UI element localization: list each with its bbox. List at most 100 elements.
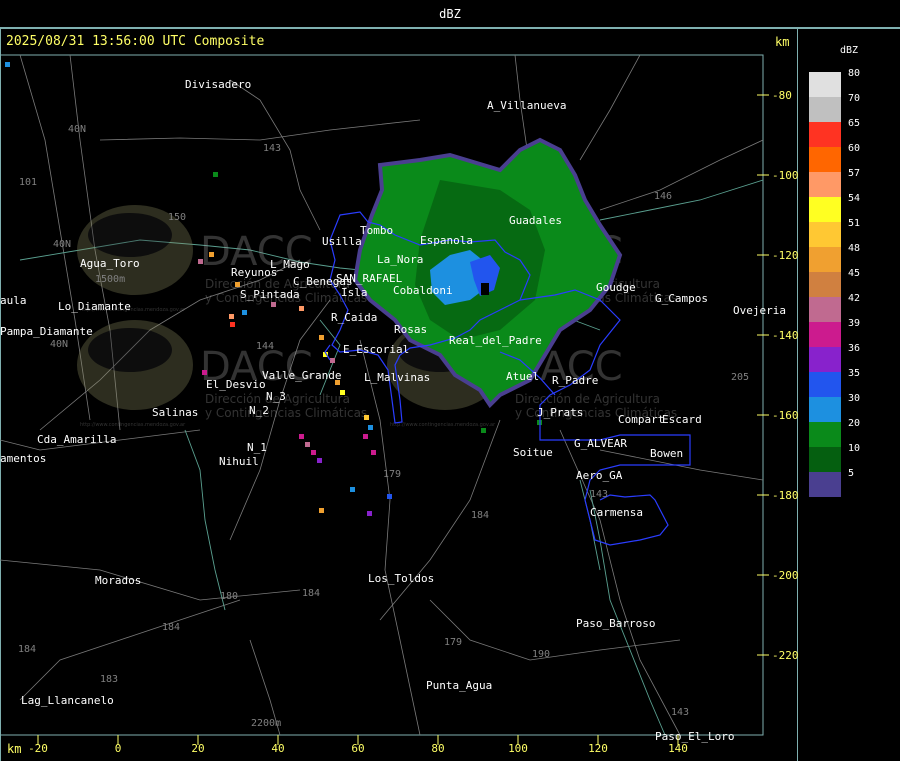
echo-speckle xyxy=(209,252,214,257)
watermark-subtitle: y Contingencias Climáticas xyxy=(205,406,367,420)
echo-speckle xyxy=(311,450,316,455)
place-label: Bowen xyxy=(650,447,683,460)
watermark-logo-band xyxy=(88,213,172,257)
legend-value: 57 xyxy=(848,168,861,179)
road xyxy=(579,54,641,161)
place-label: N_1 xyxy=(247,441,267,454)
place-label: Compart xyxy=(618,413,664,426)
echo-speckle xyxy=(319,508,324,513)
place-label: Escard xyxy=(662,413,702,426)
route-label: 144 xyxy=(256,341,274,352)
place-label: Lo_Diamante xyxy=(58,300,131,313)
legend-swatch xyxy=(809,322,841,347)
legend-swatch xyxy=(809,222,841,247)
road xyxy=(599,139,764,211)
legend-swatch xyxy=(809,347,841,372)
y-axis-unit: km xyxy=(775,35,790,49)
y-tick-label: -220 xyxy=(772,649,799,662)
place-label: Usilla xyxy=(322,235,362,248)
legend-swatch xyxy=(809,297,841,322)
legend-value: 54 xyxy=(848,193,861,204)
echo-speckle xyxy=(5,62,10,67)
echo-speckle xyxy=(198,259,203,264)
route-label: 205 xyxy=(731,372,749,383)
legend-value: 80 xyxy=(848,68,861,79)
place-label: aula xyxy=(0,294,27,307)
echo-speckle xyxy=(305,442,310,447)
echo-speckle xyxy=(299,434,304,439)
route-label: 183 xyxy=(100,674,118,685)
place-label: La_Nora xyxy=(377,253,423,266)
echo-speckle xyxy=(363,434,368,439)
y-tick-label: -180 xyxy=(772,489,799,502)
place-label: E_Escorial xyxy=(343,343,409,356)
legend-value: 39 xyxy=(848,318,861,329)
y-tick-label: -120 xyxy=(772,249,799,262)
legend-swatch xyxy=(809,147,841,172)
legend-value: 30 xyxy=(848,393,861,404)
road xyxy=(19,599,241,701)
x-tick-label: 60 xyxy=(351,742,364,755)
legend-swatch xyxy=(809,422,841,447)
route-label: 143 xyxy=(590,489,608,500)
place-label: Agua_Toro xyxy=(80,257,140,270)
legend-swatch xyxy=(809,122,841,147)
y-tick-label: -140 xyxy=(772,329,799,342)
route-label: 101 xyxy=(19,177,37,188)
road xyxy=(429,599,681,661)
route-label: 2200m xyxy=(251,718,281,729)
place-label: Los_Toldos xyxy=(368,572,434,585)
legend-swatch xyxy=(809,447,841,472)
radar-map[interactable]: DACCDirección de Agriculturay Contingenc… xyxy=(0,0,900,761)
place-label: L_Mago xyxy=(270,258,310,271)
place-label: Paso_Barroso xyxy=(576,617,655,630)
echo-speckle xyxy=(387,494,392,499)
echo-speckle xyxy=(481,428,486,433)
legend-value: 36 xyxy=(848,343,861,354)
place-label: R_Padre xyxy=(552,374,598,387)
echo-speckle xyxy=(230,322,235,327)
x-tick-label: 0 xyxy=(115,742,122,755)
road xyxy=(0,559,301,601)
place-label: Espanola xyxy=(420,234,473,247)
route-label: 40N xyxy=(50,339,68,350)
route-label: 184 xyxy=(471,510,489,521)
place-label: R_Caida xyxy=(331,311,377,324)
place-label: Isla xyxy=(341,286,368,299)
x-tick-label: 140 xyxy=(668,742,688,755)
timestamp-label: 2025/08/31 13:56:00 UTC Composite xyxy=(6,34,265,49)
place-label: Salinas xyxy=(152,406,198,419)
echo-speckle xyxy=(330,358,335,363)
road xyxy=(99,119,421,141)
route-label: 143 xyxy=(671,707,689,718)
place-label: Tombo xyxy=(360,224,393,237)
place-label: Soitue xyxy=(513,446,553,459)
echo-speckle xyxy=(271,302,276,307)
place-label: Carmensa xyxy=(590,506,643,519)
legend-value: 48 xyxy=(848,243,861,254)
place-label: Paso_El_Loro xyxy=(655,730,734,743)
legend-value: 10 xyxy=(848,443,861,454)
y-tick-label: -80 xyxy=(772,89,792,102)
place-label: Real_del_Padre xyxy=(449,334,542,347)
echo-speckle xyxy=(213,172,218,177)
road xyxy=(229,79,321,231)
x-tick-label: 40 xyxy=(271,742,284,755)
place-label: Atuel xyxy=(506,370,539,383)
watermark-url: http://www.contingencias.mendoza.gov.ar xyxy=(390,422,496,428)
echo-speckle xyxy=(371,450,376,455)
river xyxy=(589,489,666,736)
legend-value: 60 xyxy=(848,143,861,154)
x-tick-label: 20 xyxy=(191,742,204,755)
echo-speckle xyxy=(319,335,324,340)
place-label: Aero_GA xyxy=(576,469,623,482)
watermark-logo-band xyxy=(88,328,172,372)
route-label: 179 xyxy=(383,469,401,480)
place-label: Ovejeria xyxy=(733,304,786,317)
legend-swatch xyxy=(809,247,841,272)
legend-swatch xyxy=(809,172,841,197)
place-label: Pampa_Diamante xyxy=(0,325,93,338)
legend-value: 42 xyxy=(848,293,861,304)
watermark-url: http://www.contingencias.mendoza.gov.ar xyxy=(80,422,186,428)
place-label: amentos xyxy=(0,452,46,465)
